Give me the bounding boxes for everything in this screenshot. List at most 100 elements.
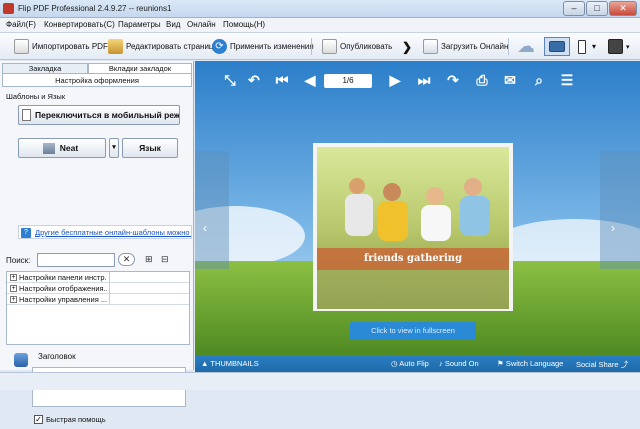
thumbnails-label: THUMBNAILS bbox=[210, 359, 259, 368]
page-number-input[interactable]: 1/6 bbox=[324, 74, 372, 88]
sound-label: Sound On bbox=[444, 359, 479, 368]
mobile-view-button[interactable] bbox=[578, 37, 586, 56]
import-pdf-icon bbox=[14, 39, 29, 54]
prev-arrow-icon[interactable]: ‹ bbox=[203, 221, 207, 235]
fullscreen-button[interactable]: Click to view in fullscreen bbox=[350, 322, 476, 340]
theme-label: Neat bbox=[59, 143, 79, 153]
edit-pages-icon bbox=[108, 39, 123, 54]
redo-icon[interactable]: ↷ bbox=[446, 73, 460, 87]
expand-all-icon[interactable]: ⊞ bbox=[145, 254, 153, 265]
menu-bar: Файл(F) Конвертировать(C) Параметры Вид … bbox=[0, 18, 640, 33]
quick-help-checkbox[interactable]: ✓ bbox=[34, 415, 43, 424]
tree-item-control-settings[interactable]: + Настройки управления ... bbox=[7, 294, 189, 305]
upload-online-button[interactable]: Загрузить Онлайн bbox=[423, 37, 508, 56]
toolbar-separator bbox=[508, 38, 509, 55]
status-bar bbox=[0, 372, 640, 390]
menu-online[interactable]: Онлайн bbox=[187, 20, 216, 29]
switch-mobile-label: Переключиться в мобильный реж bbox=[35, 110, 180, 120]
database-icon bbox=[14, 353, 28, 367]
close-button[interactable]: ✕ bbox=[609, 1, 637, 16]
first-page-icon[interactable]: ⏮ bbox=[275, 73, 289, 87]
device-dropdown-arrow[interactable]: ▾ bbox=[592, 37, 596, 56]
app-icon bbox=[3, 3, 14, 14]
clock-icon: ◷ bbox=[391, 359, 400, 368]
search-icon[interactable]: ⌕ bbox=[532, 73, 546, 87]
edit-pages-button[interactable]: Редактировать страницы bbox=[108, 37, 219, 56]
theme-button[interactable]: Neat bbox=[18, 138, 106, 158]
app-menu-arrow: ▾ bbox=[626, 43, 630, 51]
tree-item-display-settings[interactable]: + Настройки отображения... bbox=[7, 283, 189, 294]
triangle-up-icon: ▲ bbox=[201, 359, 211, 368]
tab-bookmark[interactable]: Закладка bbox=[2, 63, 88, 73]
more-templates-link[interactable]: Другие бесплатные онлайн-шаблоны можно н bbox=[35, 228, 191, 237]
switch-language-label: Switch Language bbox=[505, 359, 564, 368]
flag-icon: ⚑ bbox=[497, 359, 506, 368]
expand-icon[interactable]: + bbox=[10, 274, 17, 281]
social-share-button[interactable]: Social Share ⤴ bbox=[576, 359, 628, 370]
mobile-icon bbox=[22, 109, 31, 121]
apply-changes-button[interactable]: ⟳ Применить изменения bbox=[212, 37, 314, 56]
tab-design-settings[interactable]: Настройка оформления bbox=[2, 73, 192, 87]
menu-convert[interactable]: Конвертировать(C) bbox=[44, 20, 115, 29]
main-toolbar: Импортировать PDF(I) Редактировать стран… bbox=[0, 33, 640, 60]
tree-item-label: Настройки управления ... bbox=[19, 295, 107, 304]
panel-tabs: Закладка Вкладки закладок bbox=[2, 63, 192, 73]
print-icon[interactable]: ⎙ bbox=[475, 73, 489, 87]
quick-help-label: Быстрая помощь bbox=[46, 415, 106, 424]
upload-icon bbox=[423, 39, 438, 54]
collapse-all-icon[interactable]: ⊟ bbox=[161, 254, 169, 265]
tree-item-label: Настройки отображения... bbox=[19, 284, 107, 293]
help-icon: ? bbox=[21, 228, 31, 238]
switch-mobile-button[interactable]: Переключиться в мобильный реж bbox=[18, 105, 180, 125]
expand-icon[interactable]: + bbox=[10, 285, 17, 292]
next-page-icon[interactable]: ▶ bbox=[388, 73, 402, 87]
publish-button[interactable]: Опубликовать bbox=[322, 37, 392, 56]
email-icon[interactable]: ✉ bbox=[503, 73, 517, 87]
search-input[interactable] bbox=[37, 253, 115, 267]
column-divider bbox=[109, 294, 110, 305]
menu-help[interactable]: Помощь(H) bbox=[223, 20, 265, 29]
share-icon: ⤴ bbox=[618, 360, 629, 369]
last-page-icon[interactable]: ⏭ bbox=[417, 73, 431, 87]
tree-item-toolbar-settings[interactable]: + Настройки панели инстр... bbox=[7, 272, 189, 283]
viewer-toolbar: ⤡ ↶ ⏮ ◀ 1/6 ▶ ⏭ ↷ ⎙ ✉ ⌕ ☰ bbox=[195, 61, 640, 99]
zoom-out-icon[interactable]: ⤡ bbox=[223, 73, 237, 87]
refresh-icon: ⟳ bbox=[212, 39, 227, 54]
undo-icon[interactable]: ↶ bbox=[247, 73, 261, 87]
cloud-icon[interactable]: ☁ bbox=[517, 36, 535, 56]
import-pdf-button[interactable]: Импортировать PDF(I) bbox=[14, 37, 115, 56]
tab-bookmark-tabs[interactable]: Вкладки закладок bbox=[88, 63, 192, 73]
clear-search-button[interactable]: ✕ bbox=[118, 253, 135, 266]
desktop-view-button[interactable] bbox=[544, 37, 570, 56]
menu-view[interactable]: Вид bbox=[166, 20, 180, 29]
maximize-button[interactable]: □ bbox=[586, 1, 608, 16]
templates-group-label: Шаблоны и Язык bbox=[6, 92, 66, 101]
thumbnails-button[interactable]: ▲ THUMBNAILS bbox=[201, 359, 259, 368]
expand-icon[interactable]: + bbox=[10, 296, 17, 303]
sound-toggle[interactable]: ♪ Sound On bbox=[439, 359, 479, 368]
theme-dropdown-arrow[interactable]: ▾ bbox=[109, 138, 119, 158]
app-menu-icon bbox=[608, 39, 623, 54]
monitor-icon bbox=[549, 41, 565, 52]
search-label: Поиск: bbox=[6, 256, 31, 265]
switch-language-button[interactable]: ⚑ Switch Language bbox=[497, 359, 563, 368]
edit-pages-label: Редактировать страницы bbox=[126, 42, 220, 51]
menu-settings[interactable]: Параметры bbox=[118, 20, 161, 29]
auto-flip-label: Auto Flip bbox=[399, 359, 429, 368]
next-page-panel bbox=[600, 151, 640, 269]
app-menu-button[interactable]: ▾ bbox=[608, 37, 630, 56]
auto-flip-button[interactable]: ◷ Auto Flip bbox=[391, 359, 429, 368]
social-share-label: Social Share bbox=[576, 360, 619, 369]
publish-icon bbox=[322, 39, 337, 54]
language-button[interactable]: Язык bbox=[122, 138, 178, 158]
previous-page-icon[interactable]: ◀ bbox=[303, 73, 317, 87]
more-templates-row: ? Другие бесплатные онлайн-шаблоны можно… bbox=[18, 225, 192, 239]
table-of-contents-icon[interactable]: ☰ bbox=[560, 73, 574, 87]
window-title: Flip PDF Professional 2.4.9.27 -- reunio… bbox=[18, 4, 172, 13]
toolbar-separator bbox=[311, 38, 312, 55]
menu-file[interactable]: Файл(F) bbox=[6, 20, 36, 29]
upload-online-label: Загрузить Онлайн bbox=[441, 42, 509, 51]
tree-item-label: Настройки панели инстр... bbox=[19, 273, 107, 282]
minimize-button[interactable]: – bbox=[563, 1, 585, 16]
next-arrow-icon[interactable]: › bbox=[611, 221, 615, 235]
